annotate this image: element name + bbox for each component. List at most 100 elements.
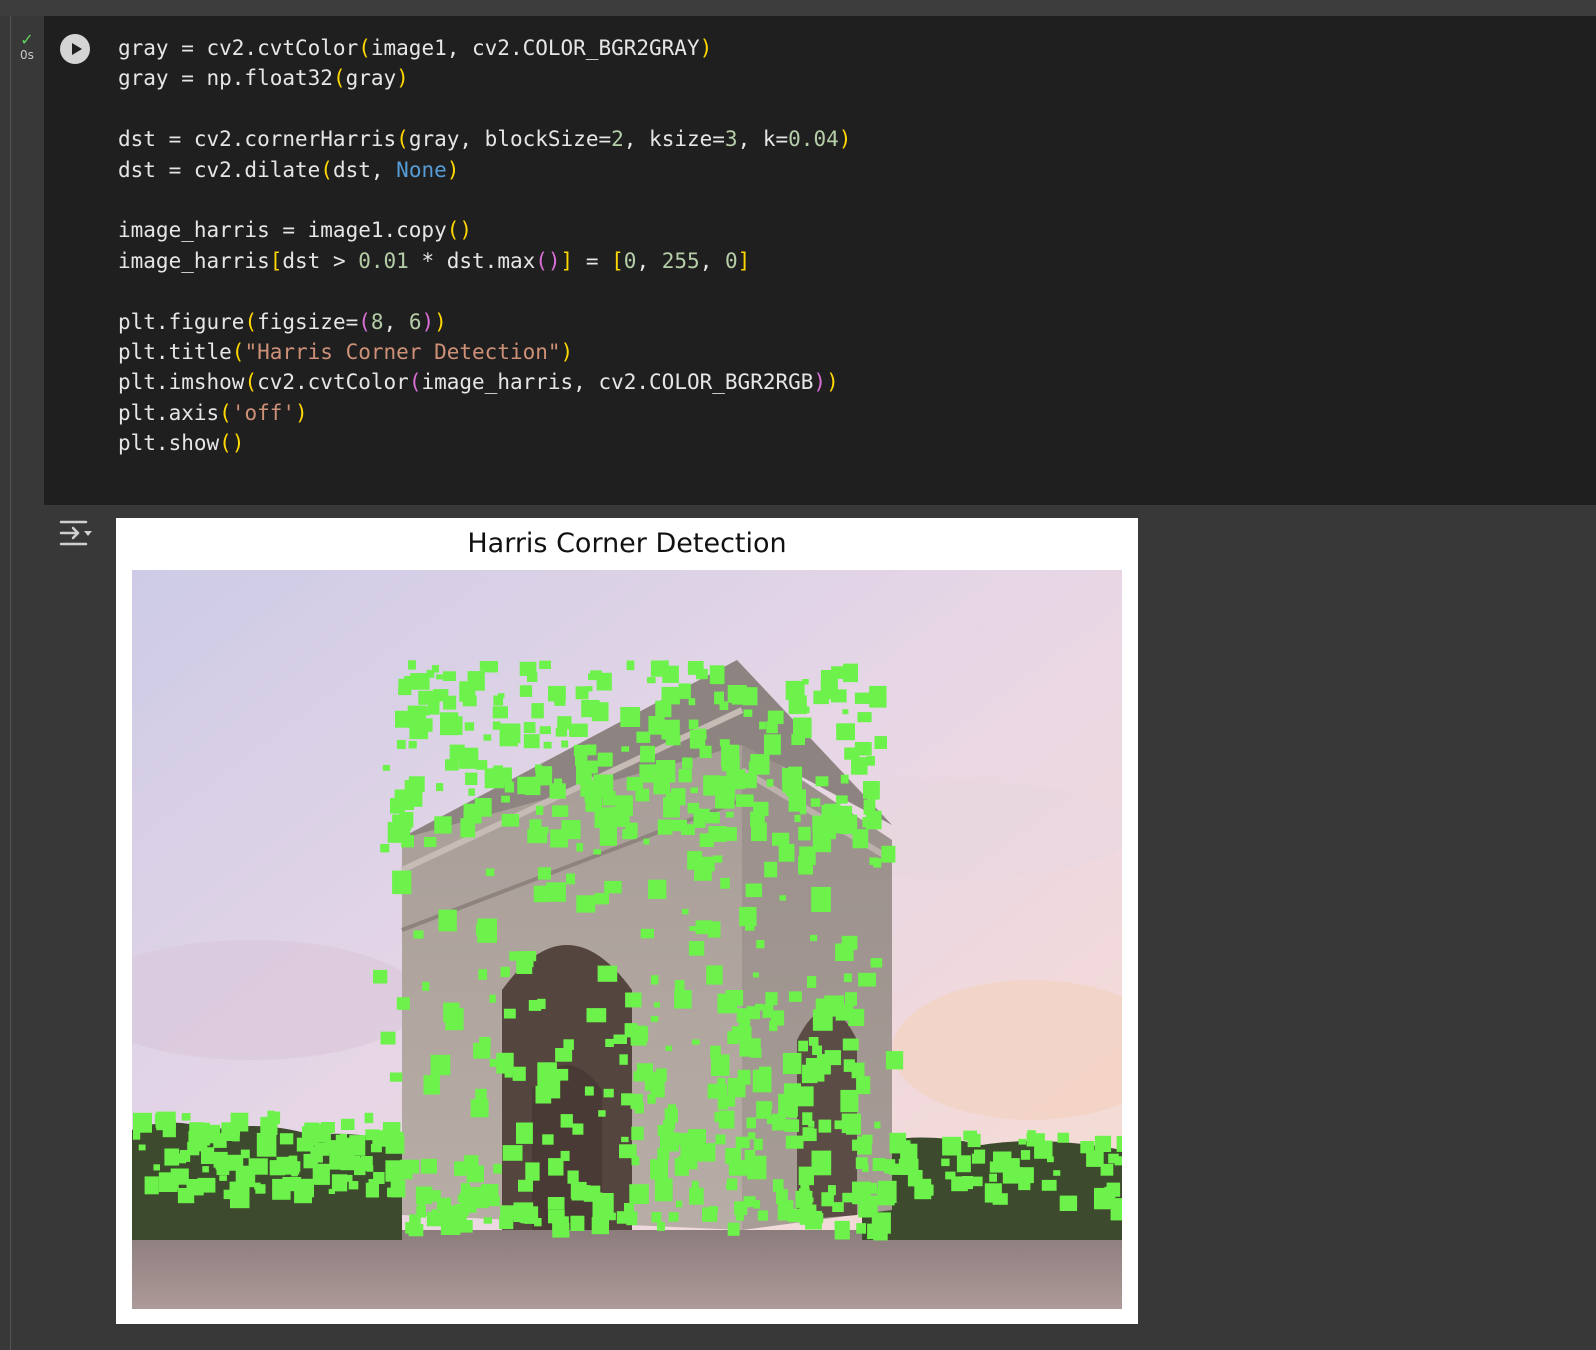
corner-mark bbox=[561, 740, 569, 748]
corner-mark bbox=[605, 1038, 614, 1047]
code-token: dst, bbox=[332, 157, 397, 182]
corner-mark bbox=[282, 1177, 302, 1192]
corner-mark bbox=[434, 816, 452, 834]
corner-mark bbox=[240, 1149, 250, 1159]
run-cell-button[interactable] bbox=[60, 34, 90, 64]
corner-mark bbox=[132, 1132, 141, 1140]
corner-mark bbox=[687, 802, 700, 814]
corner-mark bbox=[802, 706, 810, 714]
corner-mark bbox=[499, 1216, 514, 1230]
corner-mark bbox=[392, 870, 412, 895]
corner-mark bbox=[640, 928, 654, 939]
code-editor[interactable]: gray = cv2.cvtColor(image1, cv2.COLOR_BG… bbox=[118, 33, 851, 458]
corner-mark bbox=[874, 1121, 881, 1129]
corner-mark bbox=[705, 812, 720, 824]
corner-mark bbox=[267, 1110, 275, 1120]
corner-mark bbox=[970, 1176, 983, 1187]
corner-mark bbox=[460, 818, 476, 838]
corner-mark bbox=[539, 726, 551, 735]
corner-mark bbox=[834, 1220, 850, 1240]
corner-mark bbox=[708, 1206, 718, 1213]
corner-mark bbox=[764, 861, 778, 878]
notebook-page: ✓ 0s gray = cv2.cvtColor(image1, cv2.COL… bbox=[0, 0, 1596, 1350]
corner-mark bbox=[866, 756, 875, 766]
corner-mark bbox=[373, 1172, 385, 1184]
corner-mark bbox=[1104, 1186, 1116, 1199]
corner-mark bbox=[854, 742, 872, 756]
corner-mark bbox=[604, 880, 622, 894]
corner-mark bbox=[331, 1174, 348, 1192]
corner-mark bbox=[619, 1054, 628, 1065]
code-token: gray bbox=[345, 66, 397, 91]
corner-mark bbox=[571, 1185, 591, 1201]
corner-mark bbox=[516, 1122, 533, 1144]
corner-mark bbox=[398, 686, 407, 696]
corner-mark bbox=[291, 1169, 298, 1177]
corner-mark bbox=[745, 923, 755, 931]
corner-mark bbox=[421, 1158, 437, 1174]
corner-mark bbox=[842, 709, 849, 715]
corner-mark bbox=[492, 721, 501, 730]
corner-mark bbox=[501, 813, 520, 827]
corner-mark bbox=[874, 736, 887, 749]
corner-mark bbox=[648, 879, 667, 899]
corner-mark bbox=[221, 1122, 240, 1141]
corner-mark bbox=[831, 666, 848, 679]
corner-mark bbox=[764, 734, 781, 755]
corner-mark bbox=[467, 700, 476, 706]
corner-mark bbox=[868, 785, 880, 800]
corner-mark bbox=[591, 1217, 609, 1235]
corner-mark bbox=[717, 1097, 728, 1110]
corner-mark bbox=[162, 1120, 176, 1138]
corner-mark bbox=[467, 671, 485, 691]
corner-mark bbox=[474, 798, 492, 817]
corner-mark bbox=[834, 1120, 843, 1130]
corner-mark bbox=[812, 815, 826, 833]
corner-mark bbox=[478, 969, 488, 980]
corner-mark bbox=[680, 1139, 699, 1161]
corner-mark bbox=[810, 798, 821, 807]
corner-mark bbox=[509, 951, 519, 961]
corner-mark bbox=[805, 1210, 822, 1230]
corner-mark bbox=[446, 716, 463, 735]
corner-mark bbox=[454, 1161, 467, 1176]
play-icon bbox=[72, 43, 82, 55]
code-token: , ksize= bbox=[623, 127, 725, 152]
corner-mark bbox=[989, 1161, 1006, 1173]
corner-mark bbox=[566, 873, 575, 885]
corner-mark bbox=[846, 1118, 861, 1135]
corner-mark bbox=[523, 722, 536, 734]
corner-mark bbox=[422, 981, 430, 991]
corner-mark bbox=[310, 1146, 323, 1163]
code-line: plt.figure(figsize=(8, 6)) bbox=[118, 307, 851, 337]
output-toggle-icon[interactable] bbox=[58, 518, 94, 548]
code-line: gray = np.float32(gray) bbox=[118, 63, 851, 93]
code-token: ) bbox=[446, 157, 460, 182]
corner-mark bbox=[739, 906, 757, 927]
corner-mark bbox=[593, 849, 601, 855]
corner-mark bbox=[531, 703, 544, 719]
corner-mark bbox=[750, 754, 770, 775]
corner-mark bbox=[721, 756, 740, 772]
corner-mark bbox=[688, 698, 696, 706]
code-token: dst > bbox=[282, 248, 359, 273]
code-token: figsize= bbox=[257, 309, 359, 334]
corner-mark bbox=[390, 798, 405, 814]
corner-mark bbox=[808, 1037, 819, 1046]
corner-mark bbox=[504, 781, 515, 793]
corner-mark bbox=[598, 1110, 606, 1117]
corner-mark bbox=[778, 843, 795, 862]
corner-mark bbox=[1094, 1135, 1112, 1152]
corner-mark bbox=[588, 673, 596, 680]
corner-mark bbox=[1110, 1198, 1122, 1221]
corner-mark bbox=[689, 926, 697, 931]
corner-mark bbox=[458, 747, 479, 769]
corner-mark bbox=[647, 1094, 656, 1104]
corner-mark bbox=[636, 731, 651, 743]
corner-mark bbox=[739, 1014, 751, 1028]
corner-mark bbox=[681, 824, 695, 835]
code-token: gray, blockSize= bbox=[408, 127, 612, 152]
corner-mark bbox=[476, 1198, 489, 1209]
corner-mark bbox=[483, 1217, 492, 1224]
